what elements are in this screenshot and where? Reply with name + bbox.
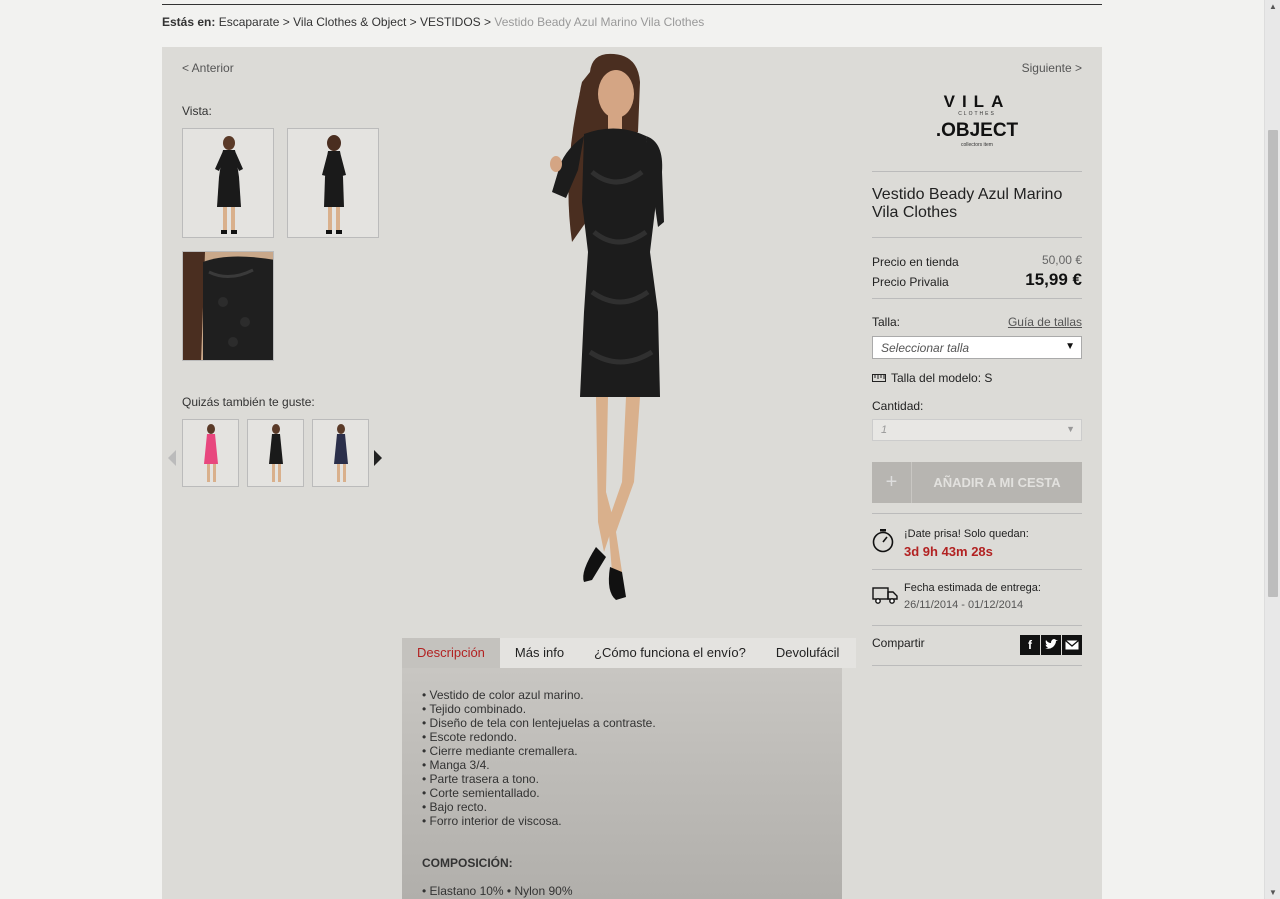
product-main-image[interactable] [522, 52, 722, 612]
desc-bullet: • Bajo recto. [422, 800, 487, 814]
quantity-label: Cantidad: [872, 399, 924, 413]
delivery-dates: 26/11/2014 - 01/12/2014 [904, 599, 1024, 611]
composition-text: • Elastano 10% • Nylon 90% [422, 884, 573, 898]
share-icons: f [1020, 635, 1082, 655]
size-select-placeholder: Seleccionar talla [881, 341, 970, 355]
store-price: 50,00 € [1041, 253, 1082, 267]
quantity-value: 1 [881, 424, 888, 436]
desc-bullet: • Vestido de color azul marino. [422, 688, 584, 702]
related-prev-arrow-icon[interactable] [168, 450, 176, 466]
share-label: Compartir [872, 636, 925, 650]
desc-bullet: • Manga 3/4. [422, 758, 490, 772]
gallery-thumb-front[interactable] [182, 128, 274, 238]
truck-icon [872, 586, 898, 609]
scroll-down-arrow-icon[interactable]: ▼ [1269, 888, 1277, 897]
facebook-icon[interactable]: f [1020, 635, 1040, 655]
size-row: Talla: Guía de tallas [872, 315, 1082, 329]
related-item-pink-dress[interactable] [182, 419, 239, 487]
model-size-row: Talla del modelo: S [872, 371, 1082, 385]
countdown-value: 3d 9h 43m 28s [904, 544, 993, 559]
composition-title: COMPOSICIÓN: [422, 856, 513, 870]
tab-mas-info[interactable]: Más info [500, 638, 579, 668]
price-block: Precio en tienda 50,00 € Precio Privalia… [872, 238, 1082, 299]
scrollbar-thumb[interactable] [1268, 130, 1278, 597]
desc-bullet: • Parte trasera a tono. [422, 772, 539, 786]
privalia-price: 15,99 € [1025, 270, 1082, 289]
top-divider [162, 4, 1102, 5]
breadcrumb-prefix: Estás en: [162, 15, 216, 29]
breadcrumb: Estás en: Escaparate > Vila Clothes & Ob… [162, 15, 704, 29]
brand-logo-object: .OBJECT [935, 120, 1019, 141]
brand-logo-object-sub: collectors item [961, 142, 993, 148]
product-tabs: Descripción Más info ¿Cómo funciona el e… [402, 638, 856, 668]
desc-bullet: • Escote redondo. [422, 730, 517, 744]
tab-descripcion[interactable]: Descripción [402, 638, 500, 668]
gallery-thumb-back[interactable] [287, 128, 379, 238]
add-to-cart-button[interactable]: + AÑADIR A MI CESTA [872, 462, 1082, 503]
breadcrumb-separator: > [409, 15, 417, 29]
tab-devolufacil[interactable]: Devolufácil [761, 638, 855, 668]
product-panel: < Anterior Siguiente > Vista: Quizás tam… [162, 47, 1102, 899]
breadcrumb-link-brand[interactable]: Vila Clothes & Object [293, 15, 406, 29]
product-title: Vestido Beady Azul Marino Vila Clothes [872, 172, 1082, 238]
size-select[interactable]: Seleccionar talla ▼ [872, 336, 1082, 359]
chevron-down-icon: ▼ [1066, 424, 1075, 434]
brand-logo-vila-sub: CLOTHES [958, 111, 996, 117]
purchase-column: VILA CLOTHES .OBJECT collectors item Ves… [872, 47, 1082, 666]
related-next-arrow-icon[interactable] [374, 450, 382, 466]
breadcrumb-separator: > [282, 15, 290, 29]
countdown-label: ¡Date prisa! Solo quedan: [904, 528, 1029, 540]
related-item-black-dress[interactable] [247, 419, 304, 487]
twitter-icon[interactable] [1041, 635, 1061, 655]
desc-bullet: • Corte semientallado. [422, 786, 540, 800]
breadcrumb-link-escaparate[interactable]: Escaparate [219, 15, 280, 29]
desc-bullet: • Diseño de tela con lentejuelas a contr… [422, 716, 656, 730]
gallery-thumb-detail[interactable] [182, 251, 274, 361]
desc-bullet: • Tejido combinado. [422, 702, 527, 716]
plus-icon: + [872, 462, 912, 503]
countdown-block: ¡Date prisa! Solo quedan: 3d 9h 43m 28s [872, 514, 1082, 570]
vertical-scrollbar[interactable]: ▲ ▼ [1264, 0, 1280, 899]
brand-logo-vila: VILA [943, 92, 1011, 111]
stopwatch-icon [872, 529, 894, 558]
delivery-label: Fecha estimada de entrega: [904, 582, 1041, 594]
size-label: Talla: [872, 315, 901, 329]
desc-bullet: • Forro interior de viscosa. [422, 814, 562, 828]
related-item-navy-dress[interactable] [312, 419, 369, 487]
model-size-text: Talla del modelo: S [891, 371, 993, 385]
breadcrumb-current: Vestido Beady Azul Marino Vila Clothes [494, 15, 705, 29]
scroll-up-arrow-icon[interactable]: ▲ [1269, 2, 1277, 11]
tab-envio[interactable]: ¿Cómo funciona el envío? [579, 638, 761, 668]
store-price-label: Precio en tienda [872, 255, 959, 269]
quantity-select[interactable]: 1 ▼ [872, 419, 1082, 441]
description-panel: • Vestido de color azul marino. • Tejido… [402, 668, 842, 899]
desc-bullet: • Cierre mediante cremallera. [422, 744, 578, 758]
ruler-icon [872, 371, 886, 385]
share-block: Compartir f [872, 626, 1082, 666]
mail-icon[interactable] [1062, 635, 1082, 655]
chevron-down-icon: ▼ [1065, 341, 1075, 352]
related-label: Quizás también te guste: [182, 395, 315, 409]
gallery-label: Vista: [182, 104, 212, 118]
delivery-block: Fecha estimada de entrega: 26/11/2014 - … [872, 570, 1082, 626]
privalia-price-label: Precio Privalia [872, 275, 949, 289]
breadcrumb-link-category[interactable]: VESTIDOS [420, 15, 481, 29]
brand-logo: VILA CLOTHES .OBJECT collectors item [872, 92, 1082, 172]
breadcrumb-separator: > [484, 15, 492, 29]
add-to-cart-label: AÑADIR A MI CESTA [933, 475, 1061, 490]
prev-product-link[interactable]: < Anterior [182, 61, 234, 75]
size-guide-link[interactable]: Guía de tallas [1008, 315, 1082, 329]
